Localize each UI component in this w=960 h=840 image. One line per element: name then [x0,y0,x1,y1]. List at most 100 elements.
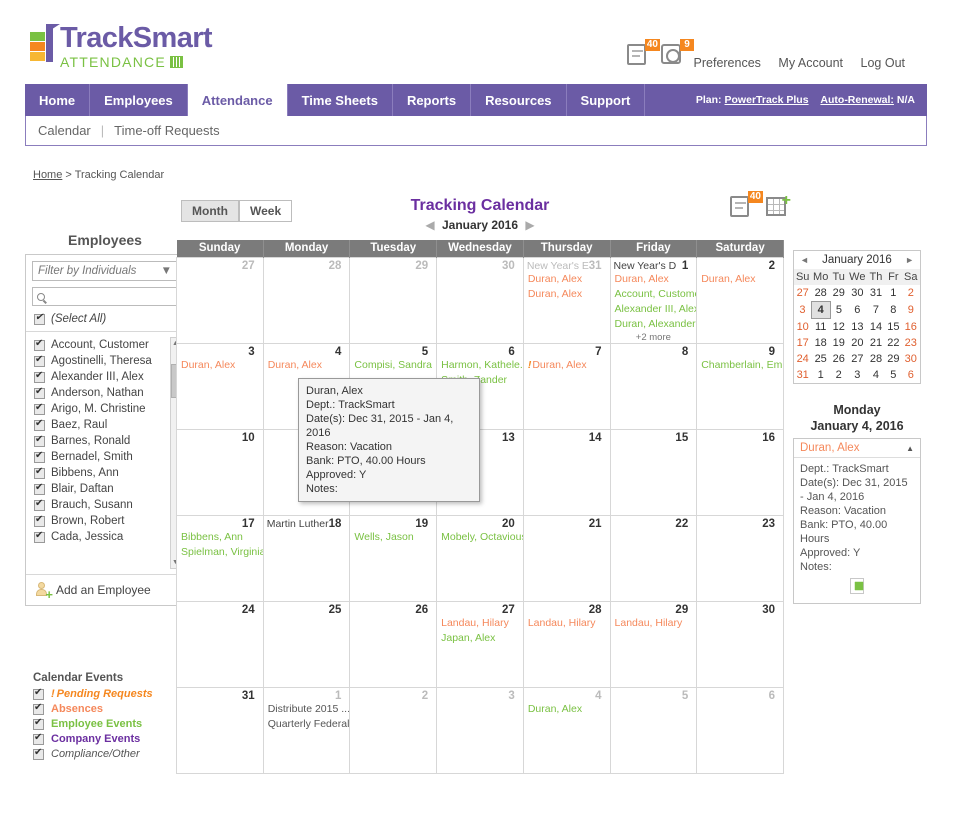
mini-day-cell[interactable]: 14 [867,319,884,336]
mini-day-cell[interactable]: 11 [811,319,830,336]
mini-day-cell[interactable]: 8 [885,302,902,319]
calendar-day-cell[interactable]: 21 [522,514,611,602]
calendar-day-cell[interactable]: 24 [176,600,264,688]
calendar-day-cell[interactable]: 27 [176,256,264,344]
calendar-event[interactable]: Harmon, Kathele... [437,358,523,373]
calendar-event[interactable]: Bibbens, Ann [177,530,263,545]
mini-day-cell[interactable]: 27 [847,351,867,367]
mini-day-cell[interactable]: 18 [811,335,830,351]
calendar-day-cell[interactable]: 30 [436,256,524,344]
subnav-calendar[interactable]: Calendar [38,123,91,138]
calendar-day-cell[interactable]: 26 [349,600,438,688]
calendar-day-cell[interactable]: 3 [436,686,524,774]
employee-list-item[interactable]: Brauch, Susann [26,497,184,513]
calendar-event[interactable]: Alexander III, Alex [611,302,697,317]
calendar-day-cell[interactable]: 10 [176,428,264,516]
calendar-day-cell[interactable]: 14 [522,428,611,516]
legend-item-compliance-other[interactable]: Compliance/Other [33,747,198,760]
calendar-event[interactable]: Duran, Alex [264,358,350,373]
select-all-checkbox[interactable] [34,312,45,325]
mini-day-cell[interactable]: 16 [902,319,919,336]
mini-day-cell[interactable]: 23 [902,335,919,351]
calendar-event[interactable]: Wells, Jason [350,530,436,545]
employee-list[interactable]: Account, Customer Agostinelli, Theresa A… [26,332,184,574]
mini-day-cell[interactable]: 5 [885,367,902,383]
calendar-day-cell[interactable]: 4 Duran, Alex [522,686,611,774]
employee-checkbox[interactable] [34,530,45,543]
employee-checkbox[interactable] [34,450,45,463]
nav-item-home[interactable]: Home [25,84,91,116]
calendar-day-cell[interactable]: 23 [696,514,784,602]
employee-list-item[interactable]: Barnes, Ronald [26,433,184,449]
nav-item-time-sheets[interactable]: Time Sheets [288,84,393,116]
calendar-day-cell[interactable]: 29 [349,256,438,344]
pending-requests-icon[interactable]: 40 [730,191,763,218]
calendar-event[interactable]: Chamberlain, Emily [697,358,783,373]
employee-checkbox[interactable] [34,498,45,511]
tracksmart-logo[interactable]: TrackSmart ATTENDANCE [28,24,213,69]
calendar-day-cell[interactable]: 8 [609,342,698,430]
mini-day-cell[interactable]: 6 [902,367,919,383]
calendar-day-cell[interactable]: 3 Duran, Alex [176,342,264,430]
mini-day-cell[interactable]: 6 [847,302,867,319]
employee-list-item[interactable]: Agostinelli, Theresa [26,353,184,369]
calendar-event[interactable]: Compisi, Sandra [350,358,436,373]
mini-day-cell[interactable]: 3 [847,367,867,383]
employee-checkbox[interactable] [34,354,45,367]
legend-checkbox[interactable] [33,747,44,760]
calendar-day-cell[interactable]: 22 [609,514,698,602]
calendar-event[interactable]: Landau, Hilary [437,616,523,631]
legend-item-company-events[interactable]: Company Events [33,732,198,745]
calendar-event[interactable]: Duran, Alex [524,272,610,287]
mini-day-cell[interactable]: 1 [885,285,902,302]
day-detail-employee-row[interactable]: Duran, Alex ▲ [794,439,920,458]
calendar-event[interactable]: Duran, Alex [697,272,783,287]
chevron-up-icon[interactable]: ▲ [906,444,914,453]
calendar-day-cell[interactable]: 1 Distribute 2015 ... Quarterly Federal... [262,686,351,774]
mini-day-cell[interactable]: 2 [902,285,919,302]
next-month-arrow[interactable]: ▶ [525,218,534,232]
employee-list-item[interactable]: Brown, Robert [26,513,184,529]
calendar-day-cell[interactable]: 15 [609,428,698,516]
employee-list-item[interactable]: Alexander III, Alex [26,369,184,385]
employee-checkbox[interactable] [34,370,45,383]
legend-checkbox[interactable] [33,687,44,700]
calendar-day-cell[interactable]: 28 Landau, Hilary [522,600,611,688]
auto-renewal-label[interactable]: Auto-Renewal: [820,94,894,106]
filter-by-individuals-select[interactable]: Filter by Individuals ▼ [32,261,178,281]
my-account-link[interactable]: My Account [778,56,843,70]
clipboard-icon[interactable]: 40 [627,39,660,66]
mini-day-cell[interactable]: 2 [830,367,847,383]
calendar-day-cell[interactable]: New Year's Eve31Duran, AlexDuran, Alex [522,256,611,344]
employee-checkbox[interactable] [34,482,45,495]
mini-day-cell[interactable]: 4 [867,367,884,383]
mini-day-cell[interactable]: 19 [830,335,847,351]
nav-item-resources[interactable]: Resources [471,84,567,116]
calendar-event[interactable]: Duran, Alexander [611,317,697,332]
legend-item-absences[interactable]: Absences [33,702,198,715]
calendar-day-cell[interactable]: 2 [349,686,438,774]
calendar-event[interactable]: Distribute 2015 ... [264,702,350,717]
employee-checkbox[interactable] [34,434,45,447]
more-events-link[interactable]: +2 more [611,332,697,343]
calendar-day-cell[interactable]: 9Chamberlain, Emily [696,342,784,430]
mini-day-cell[interactable]: 12 [830,319,847,336]
calendar-day-cell[interactable]: 31 [176,686,264,774]
week-view-button[interactable]: Week [238,200,293,222]
calendar-day-cell[interactable]: 28 [262,256,351,344]
mini-day-cell[interactable]: 27 [794,285,811,302]
breadcrumb-home-link[interactable]: Home [33,169,62,181]
calendar-day-cell[interactable]: 17 Bibbens, Ann Spielman, Virginia [176,514,264,602]
nav-item-support[interactable]: Support [567,84,646,116]
calendar-event[interactable]: Duran, Alex [611,272,697,287]
employee-list-item[interactable]: Account, Customer [26,337,184,353]
calendar-day-cell[interactable]: 16 [696,428,784,516]
calendar-event[interactable]: Account, Customer [611,287,697,302]
calendar-day-cell[interactable]: 27 Landau, Hilary Japan, Alex [436,600,524,688]
calendar-day-cell[interactable]: 6 [696,686,784,774]
calendar-event[interactable]: Japan, Alex [437,631,523,646]
nav-item-employees[interactable]: Employees [90,84,188,116]
edit-note-icon[interactable] [850,578,864,594]
mini-day-cell[interactable]: 9 [902,302,919,319]
employee-checkbox[interactable] [34,418,45,431]
